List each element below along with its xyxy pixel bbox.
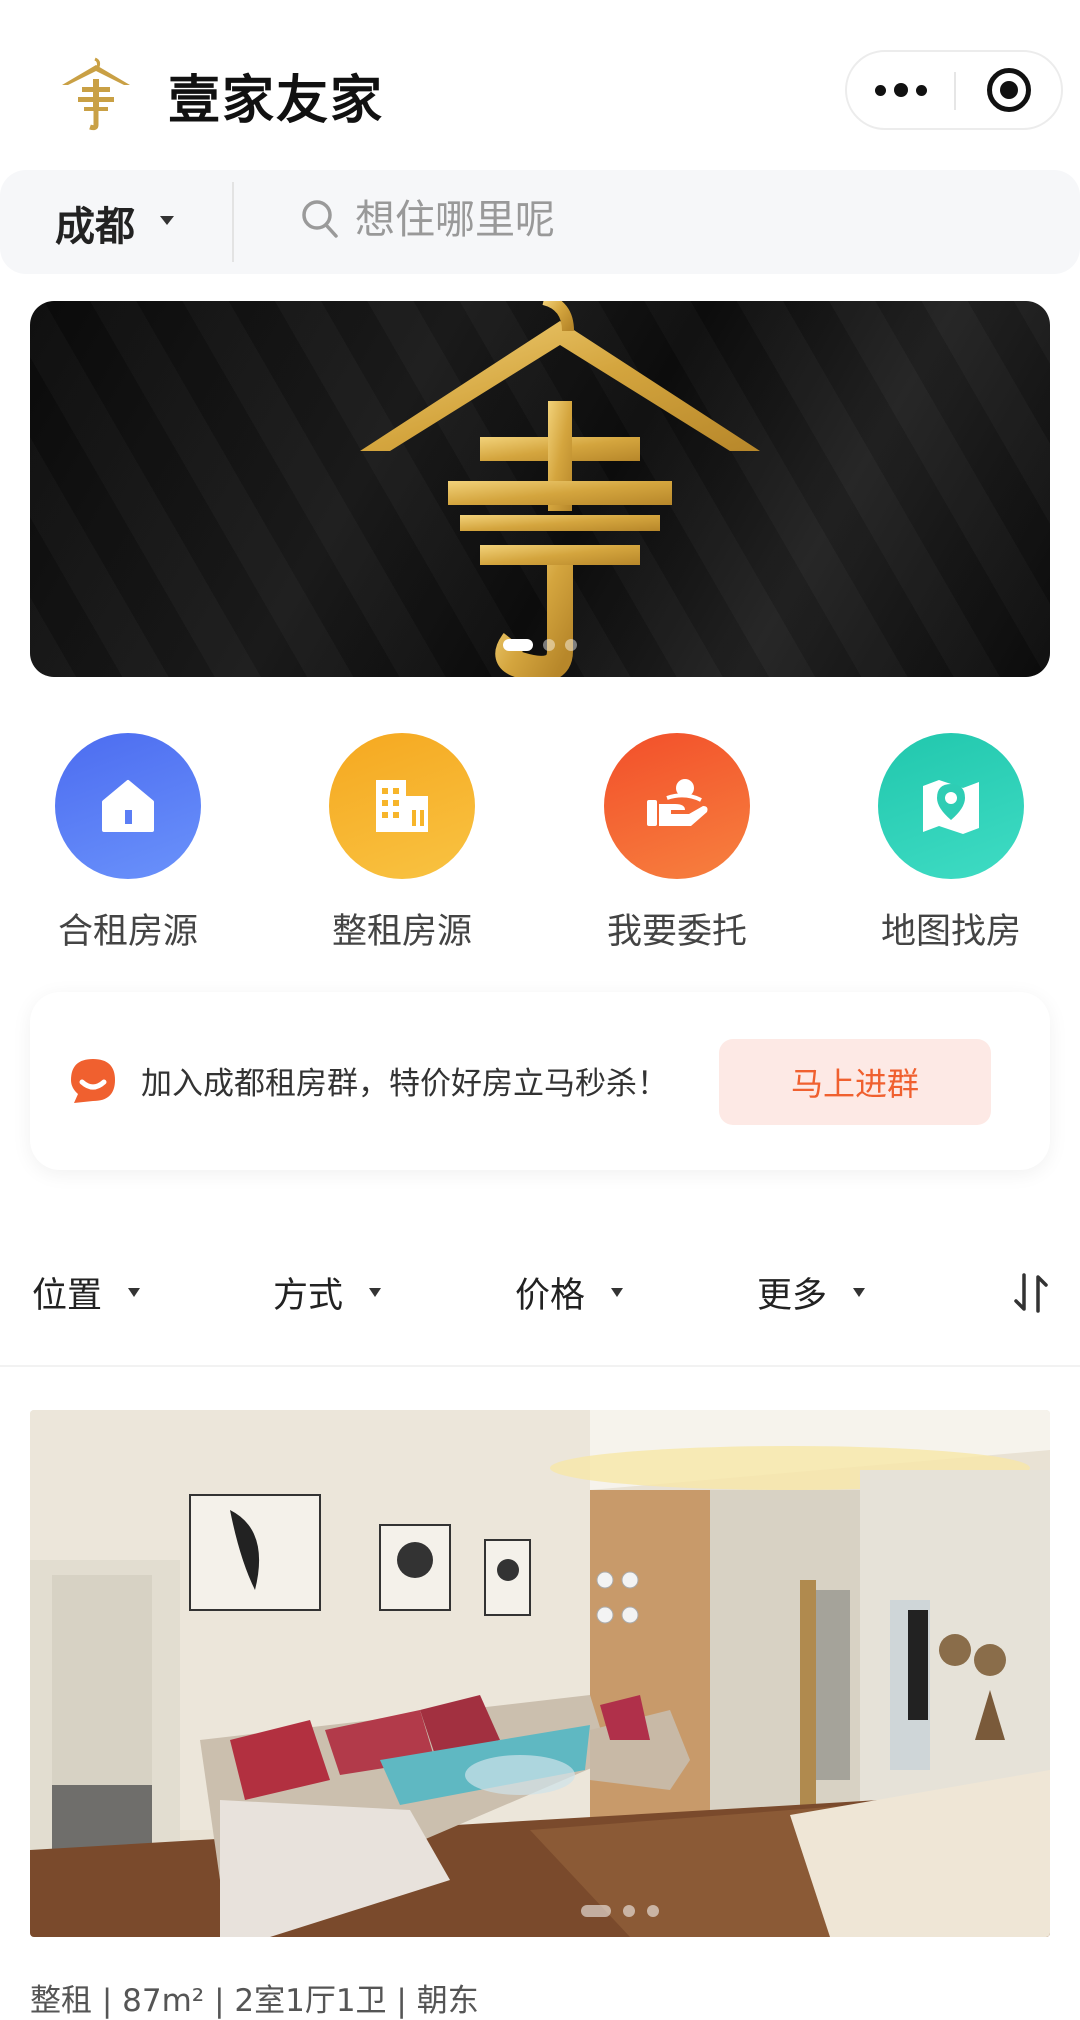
quick-entry-label: 地图找房 (880, 912, 1021, 952)
quick-entry-map-search[interactable]: 地图找房 (851, 730, 1051, 960)
caret-down-icon (611, 1288, 624, 1297)
quick-entry-circle (604, 733, 750, 879)
caret-down-icon (369, 1288, 382, 1297)
filter-price[interactable]: 价格 (515, 1267, 624, 1318)
quick-entry-label: 我要委托 (606, 912, 747, 952)
filter-rent-type[interactable]: 方式 (273, 1267, 382, 1318)
carousel-dot[interactable] (623, 1905, 635, 1917)
join-group-button[interactable]: 马上进群 (719, 1039, 991, 1125)
filter-location[interactable]: 位置 (32, 1267, 141, 1318)
sort-icon[interactable] (1012, 1271, 1052, 1315)
filter-bar: 位置 方式 价格 更多 (0, 1255, 1080, 1335)
carousel-dot[interactable] (503, 639, 533, 651)
building-icon (376, 780, 428, 832)
carousel-dot[interactable] (647, 1905, 659, 1917)
group-promo-card: 加入成都租房群，特价好房立马秒杀！ 马上进群 (30, 992, 1050, 1170)
living-room-photo (30, 1410, 1050, 1937)
filter-label: 方式 (273, 1276, 344, 1316)
caret-down-icon (853, 1288, 866, 1297)
filter-label: 价格 (515, 1276, 586, 1316)
brand-roof-logo-icon (62, 57, 130, 131)
quick-entry-circle (329, 733, 475, 879)
listing-photo[interactable] (30, 1410, 1050, 1937)
handshake-icon (647, 779, 708, 826)
filter-more[interactable]: 更多 (757, 1267, 866, 1318)
carousel-indicator (30, 639, 1050, 651)
chat-bubble-icon (71, 1059, 115, 1103)
quick-entry-grid: 合租房源 整租房源 我要委托 地图找房 (0, 730, 1080, 960)
divider (0, 1365, 1080, 1367)
quick-entry-label: 合租房源 (57, 912, 198, 952)
quick-entry-whole-rent[interactable]: 整租房源 (302, 730, 502, 960)
filter-label: 更多 (757, 1276, 828, 1316)
more-dots-icon[interactable] (847, 52, 955, 128)
quick-entry-shared-rent[interactable]: 合租房源 (28, 730, 228, 960)
carousel-dot[interactable] (581, 1905, 611, 1917)
quick-entry-entrust[interactable]: 我要委托 (577, 730, 777, 960)
search-input[interactable] (355, 190, 995, 250)
listing-meta: 整租 | 87m² | 2室1厅1卫 | 朝东 (30, 1983, 479, 2019)
map-pin-icon (923, 780, 979, 834)
caret-down-icon (128, 1288, 141, 1297)
brand-roof-logo-icon (360, 301, 760, 677)
quick-entry-circle (55, 733, 201, 879)
search-bar: 成都 (0, 170, 1080, 274)
close-target-icon[interactable] (987, 68, 1031, 112)
search-divider (232, 182, 234, 262)
filter-label: 位置 (32, 1276, 103, 1316)
search-icon (302, 200, 338, 238)
photo-carousel-indicator (110, 1905, 1050, 1917)
miniprogram-capsule (845, 50, 1063, 130)
carousel-dot[interactable] (543, 639, 555, 651)
quick-entry-circle (878, 733, 1024, 879)
carousel-dot[interactable] (565, 639, 577, 651)
capsule-divider (954, 72, 956, 110)
app-title: 壹家友家 (168, 71, 385, 131)
group-promo-text: 加入成都租房群，特价好房立马秒杀！ (141, 1066, 668, 1102)
quick-entry-label: 整租房源 (331, 912, 472, 952)
city-selector[interactable]: 成都 (55, 194, 135, 252)
house-icon (102, 780, 154, 832)
caret-down-icon[interactable] (160, 216, 174, 225)
app-header: 壹家友家 (0, 0, 1080, 170)
banner-carousel[interactable] (30, 301, 1050, 677)
